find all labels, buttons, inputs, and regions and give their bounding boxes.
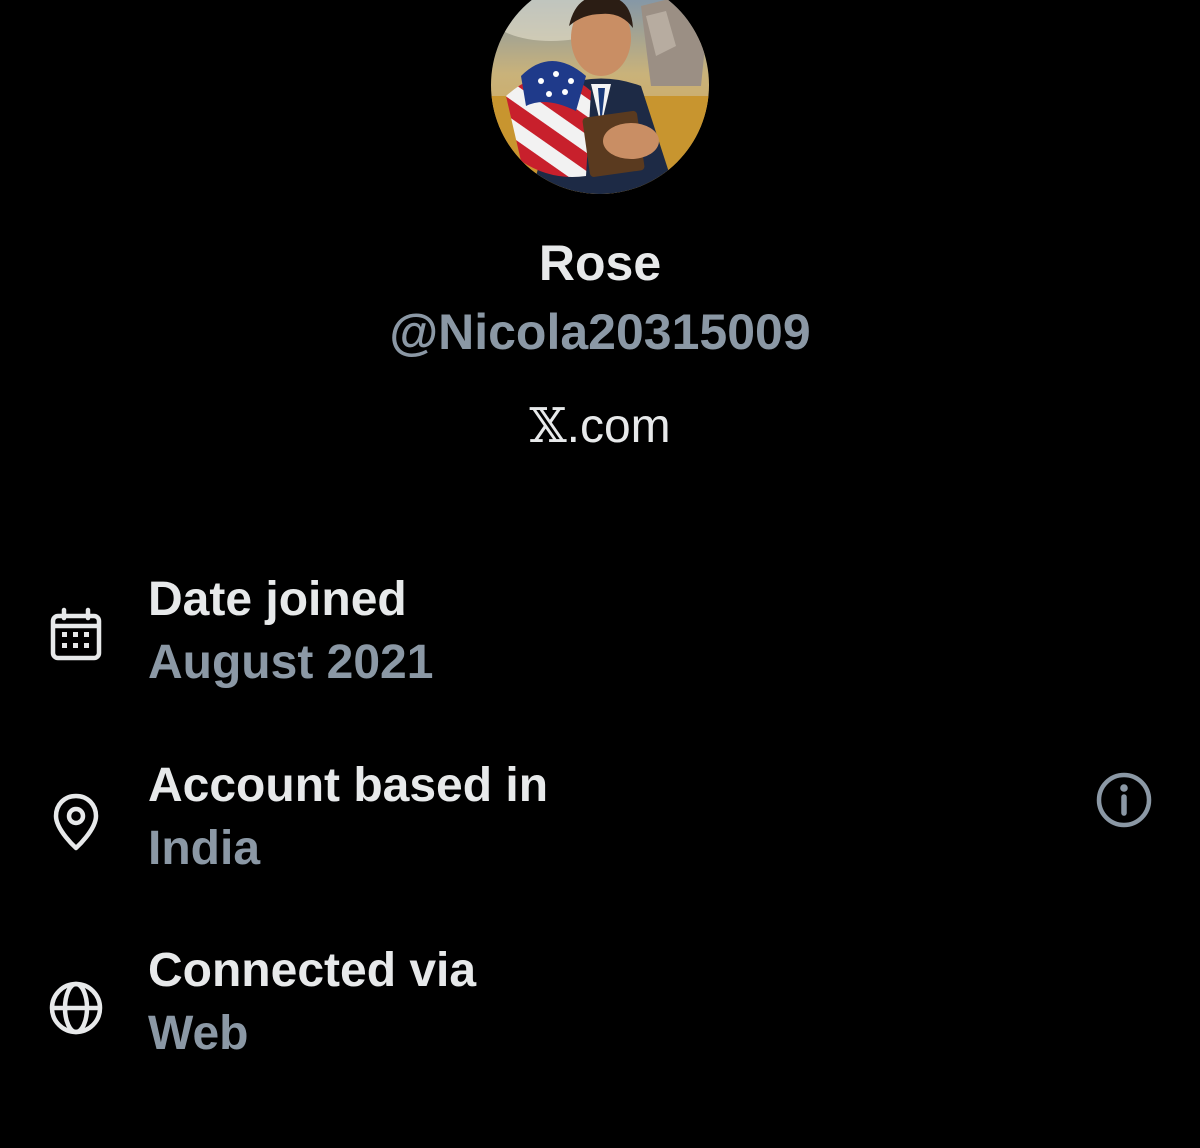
- display-name: Rose: [538, 235, 662, 291]
- detail-title: Account based in: [148, 759, 549, 812]
- detail-row-date-joined: Date joined August 2021: [0, 572, 1200, 702]
- detail-title: Connected via: [148, 944, 477, 997]
- avatar-image: [491, 0, 709, 194]
- detail-row-connected-via: Connected via Web: [0, 943, 1200, 1073]
- detail-value: August 2021: [148, 636, 434, 689]
- detail-row-account-based-in: Account based in India: [0, 758, 1200, 888]
- detail-value: Web: [148, 1007, 249, 1060]
- platform-label: 𝕏.com: [0, 396, 1200, 457]
- platform-suffix: .com: [566, 400, 671, 453]
- username-handle: @Nicola20315009: [389, 304, 811, 360]
- location-pin-icon: [53, 793, 99, 851]
- info-icon[interactable]: [1092, 768, 1156, 832]
- detail-title: Date joined: [148, 573, 407, 626]
- avatar: [491, 0, 709, 194]
- calendar-icon: [50, 607, 102, 661]
- x-logo-mark: 𝕏: [529, 398, 567, 454]
- globe-icon: [49, 981, 103, 1035]
- detail-value: India: [148, 822, 261, 875]
